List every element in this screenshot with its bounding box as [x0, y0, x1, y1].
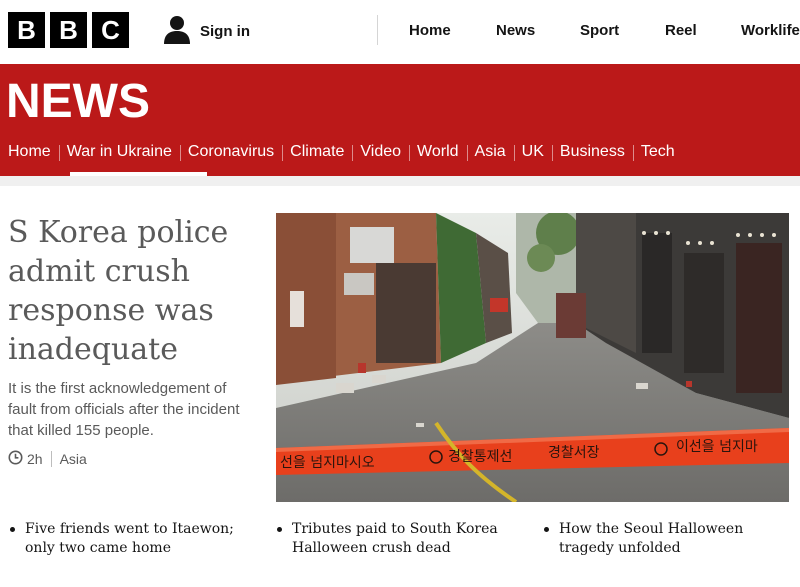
related-link-text: How the Seoul Halloween tragedy unfolded [559, 521, 744, 556]
bbc-logo-block: B [50, 12, 87, 48]
subnav-asia[interactable]: Asia [466, 136, 514, 170]
news-banner: NEWS Home War in Ukraine Coronavirus Cli… [0, 64, 800, 176]
related-link[interactable]: Tributes paid to South Korea Halloween c… [277, 520, 507, 558]
tape-text: 선을 넘지마시오 [280, 455, 375, 471]
bbc-logo-block: B [8, 12, 45, 48]
top-nav-sport[interactable]: Sport [580, 0, 619, 64]
top-nav-news[interactable]: News [496, 0, 535, 64]
lead-headline[interactable]: S Korea police admit crush response was … [8, 213, 258, 369]
bbc-logo[interactable]: B B C [8, 12, 129, 48]
sign-in-button[interactable]: Sign in [162, 14, 250, 49]
top-nav-home[interactable]: Home [409, 0, 451, 64]
bullet-icon [544, 527, 549, 532]
section-title[interactable]: NEWS [6, 76, 150, 128]
bullet-icon [10, 527, 15, 532]
subnav-war-in-ukraine[interactable]: War in Ukraine [58, 136, 180, 170]
top-nav-worklife[interactable]: Worklife [741, 0, 800, 64]
divider [0, 176, 800, 186]
subnav-tech[interactable]: Tech [632, 136, 683, 170]
divider [50, 451, 52, 467]
related-link[interactable]: How the Seoul Halloween tragedy unfolded [544, 520, 774, 558]
top-nav-reel[interactable]: Reel [665, 0, 697, 64]
section-nav: Home War in Ukraine Coronavirus Climate … [0, 136, 683, 170]
masthead: B B C Sign in Home News Sport Reel Workl… [0, 0, 800, 64]
itaewon-alley-photo: 선을 넘지마시오 경찰통제선 경찰서장 이선을 넘지마 [276, 213, 789, 502]
tape-text: 경찰서장 [548, 445, 600, 461]
subnav-video[interactable]: Video [352, 136, 409, 170]
subnav-world[interactable]: World [409, 136, 467, 170]
clock-icon [8, 450, 23, 468]
subnav-uk[interactable]: UK [513, 136, 552, 170]
subnav-climate[interactable]: Climate [282, 136, 352, 170]
lead-summary: It is the first acknowledgement of fault… [8, 380, 240, 439]
related-link[interactable]: Five friends went to Itaewon; only two c… [10, 520, 240, 558]
subnav-business[interactable]: Business [551, 136, 633, 170]
divider [377, 15, 378, 45]
tape-text: 이선을 넘지마 [676, 439, 758, 455]
lead-meta: 2h Asia [8, 450, 87, 468]
section-tag[interactable]: Asia [60, 451, 87, 467]
bbc-logo-block: C [92, 12, 129, 48]
lead-image[interactable]: 선을 넘지마시오 경찰통제선 경찰서장 이선을 넘지마 [276, 213, 789, 502]
sign-in-label: Sign in [200, 23, 250, 40]
subnav-coronavirus[interactable]: Coronavirus [179, 136, 282, 170]
user-icon [162, 14, 192, 49]
related-link-text: Five friends went to Itaewon; only two c… [25, 521, 234, 556]
related-link-text: Tributes paid to South Korea Halloween c… [292, 521, 498, 556]
tape-text: 경찰통제선 [448, 449, 512, 465]
bullet-icon [277, 527, 282, 532]
subnav-home[interactable]: Home [0, 136, 59, 170]
timestamp: 2h [27, 451, 43, 467]
